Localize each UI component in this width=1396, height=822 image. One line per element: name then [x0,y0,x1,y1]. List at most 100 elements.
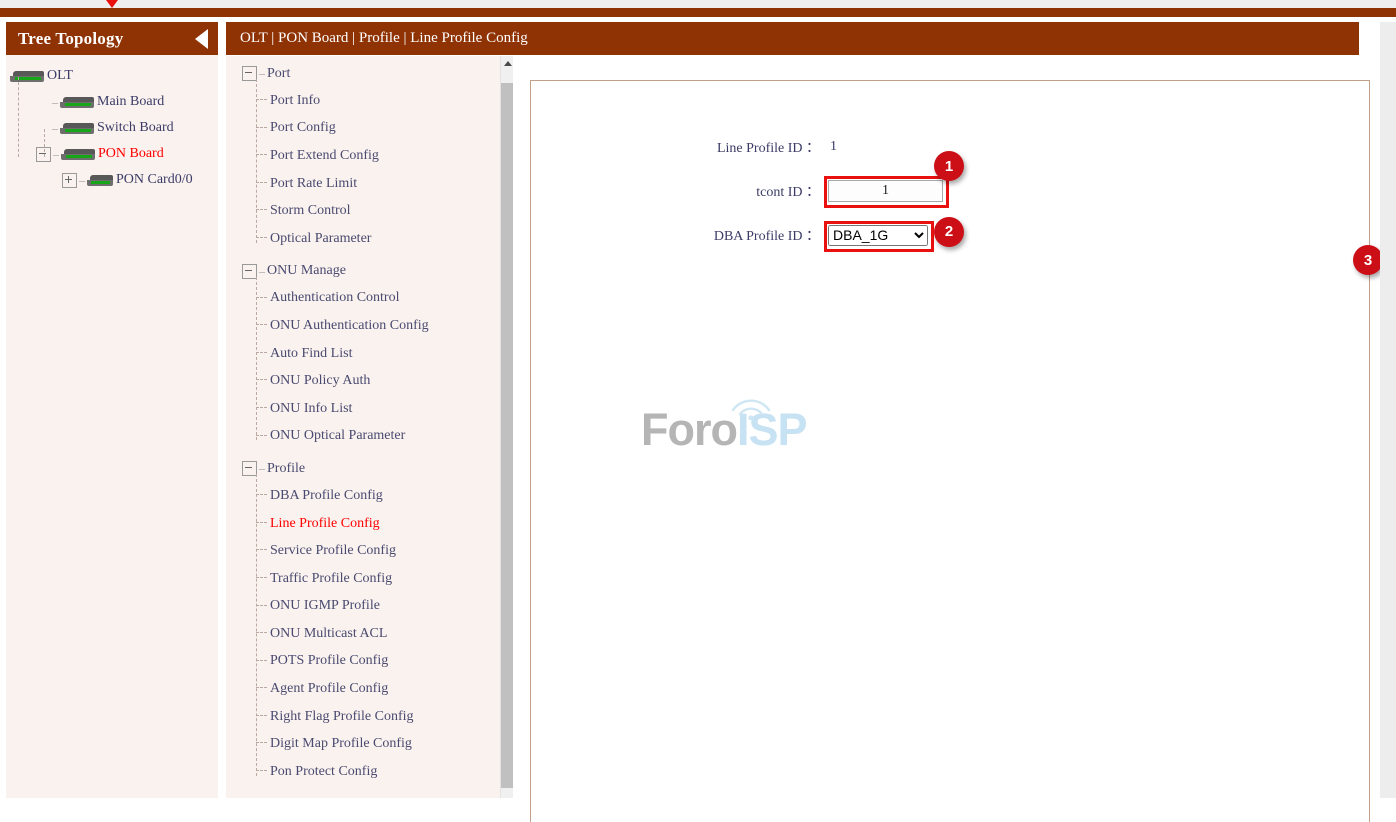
menu-item[interactable]: Traffic Profile Config [226,565,512,593]
menu-item-branch [256,154,267,155]
line-profile-id-value: 1 [824,139,837,155]
menu-item-branch [256,687,267,688]
menu-branch-dash: – [259,66,265,81]
menu-item[interactable]: Port Extend Config [226,142,512,170]
collapse-minus-icon[interactable] [242,264,257,279]
annotation-badge-1: 1 [934,151,964,181]
menu-item[interactable]: ONU Multicast ACL [226,620,512,648]
tcont-id-input[interactable] [828,180,943,202]
tree-node[interactable]: – PON Card0/0 [6,167,218,193]
menu-item[interactable]: ONU Authentication Config [226,312,512,340]
menu-item[interactable]: Service Profile Config [226,537,512,565]
annotation-badge-3: 3 [1353,245,1383,275]
menu-item-branch [256,632,267,633]
menu-item-branch [256,209,267,210]
menu-item-label: Port Config [270,120,336,136]
menu-item-branch [256,324,267,325]
menu-item-branch [256,407,267,408]
menu-item[interactable]: Authentication Control [226,285,512,313]
dba-profile-id-select[interactable]: DBA_1G [828,225,928,246]
menu-item-label: DBA Profile Config [270,488,383,504]
watermark-text-right: ISP [737,404,807,455]
menu-item-label: Right Flag Profile Config [270,709,414,725]
menu-list: –PortPort Info Port Config Port Extend Con… [226,56,512,791]
menu-item-branch [256,522,267,523]
menu-item-label: Traffic Profile Config [270,571,392,587]
menu-item-label: Pon Protect Config [270,764,377,780]
menu-item-label: Agent Profile Config [270,681,388,697]
menu-item-label: POTS Profile Config [270,653,388,669]
menu-group[interactable]: –Port [226,60,512,87]
collapse-minus-icon[interactable] [242,66,257,81]
device-chassis-icon [61,149,95,160]
breadcrumb-text: OLT | PON Board | Profile | Line Profile… [240,30,528,47]
menu-item-branch [256,352,267,353]
tree-branch-dash: – [53,147,59,162]
menu-item[interactable]: Optical Parameter [226,225,512,253]
menu-group[interactable]: –Profile [226,455,512,482]
menu-item-label: ONU Authentication Config [270,318,429,334]
tree-node[interactable]: OLT [6,63,218,89]
collapse-minus-icon[interactable] [242,461,257,476]
tree-node[interactable]: –PON Board [6,141,218,167]
menu-item-branch [256,494,267,495]
collapse-left-arrow-icon[interactable] [195,29,208,49]
menu-item[interactable]: POTS Profile Config [226,648,512,676]
cursor-pointer-marker-icon [103,0,121,8]
right-scroll-gutter[interactable] [1380,22,1396,798]
tree-node[interactable]: –Switch Board [6,115,218,141]
tree-branch-dash: – [79,173,85,188]
menu-item[interactable]: ONU Optical Parameter [226,423,512,451]
tree-node-label: Switch Board [97,120,174,136]
menu-item[interactable]: ONU Policy Auth [226,367,512,395]
menu-item[interactable]: ONU Info List [226,395,512,423]
menu-panel: –PortPort Info Port Config Port Extend Con… [226,56,512,798]
menu-item-branch [256,99,267,100]
content-box: Line Profile ID ： 1 tcont ID ： DBA Profi… [530,80,1370,822]
menu-item[interactable]: ONU IGMP Profile [226,593,512,621]
menu-group-label: ONU Manage [267,263,346,279]
menu-item-branch [256,297,267,298]
menu-item-label: Port Rate Limit [270,176,357,192]
sidebar-title: Tree Topology [18,29,195,49]
menu-item-branch [256,742,267,743]
menu-item-label: Digit Map Profile Config [270,736,412,752]
sidebar-header: Tree Topology [6,22,218,55]
menu-item[interactable]: DBA Profile Config [226,482,512,510]
menu-scrollbar[interactable] [500,56,514,798]
menu-group-items: Port Info Port Config Port Extend Config Po… [226,87,512,253]
menu-item[interactable]: Pon Protect Config [226,758,512,786]
tree-node-label: Main Board [97,94,164,110]
top-strip-gap [0,0,1396,8]
device-card-icon [87,175,113,186]
menu-group[interactable]: –ONU Manage [226,258,512,285]
menu-item-label: Authentication Control [270,290,399,306]
expand-plus-icon[interactable] [62,173,77,188]
menu-item[interactable]: Auto Find List [226,340,512,368]
menu-item[interactable]: Port Rate Limit [226,170,512,198]
dba-profile-id-label: DBA Profile ID ： [531,225,824,245]
menu-item[interactable]: Port Info [226,87,512,115]
line-profile-id-label: Line Profile ID ： [531,137,824,157]
menu-item-branch [256,715,267,716]
menu-item[interactable]: Port Config [226,115,512,143]
menu-item-branch [256,549,267,550]
menu-item[interactable]: Right Flag Profile Config [226,703,512,731]
menu-item-branch [256,435,267,436]
menu-item[interactable]: Storm Control [226,197,512,225]
wifi-signal-icon [729,394,773,420]
tree-node[interactable]: – Main Board [6,89,218,115]
menu-group-spacer [226,786,512,791]
tree-branch-dash: – [52,95,58,110]
menu-item[interactable]: Line Profile Config [226,510,512,538]
annotation-badge-2: 2 [934,217,964,247]
watermark-text-left: Foro [641,404,737,455]
tree-topology: OLT–Main Board–Switch Board–PON Board–PO… [6,55,218,193]
menu-item-label: Port Extend Config [270,148,379,164]
menu-item[interactable]: Agent Profile Config [226,675,512,703]
menu-group-connector [256,79,257,243]
menu-group-items: Authentication Control ONU Authentication… [226,285,512,451]
menu-item[interactable]: Digit Map Profile Config [226,730,512,758]
menu-item-label: ONU IGMP Profile [270,598,380,614]
tree-node-label: PON Card0/0 [116,172,193,188]
